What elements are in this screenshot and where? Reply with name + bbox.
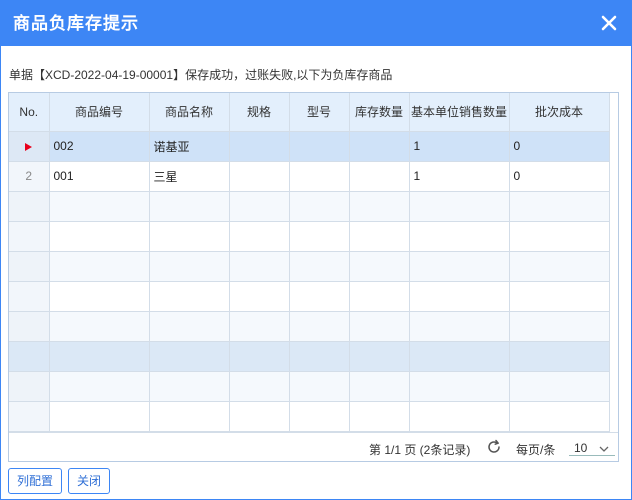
empty-row [9,401,610,432]
column-header-name[interactable]: 商品名称 [149,93,230,132]
header-row: No. 商品编号 商品名称 规格 型号 库存数量 基本单位销售数量 批次成本 [9,93,610,132]
column-header-batch-cost[interactable]: 批次成本 [509,93,610,132]
table-row[interactable]: 2 001 三星 1 0 [9,161,610,192]
cell-name[interactable]: 诺基亚 [149,131,230,162]
grid-table: No. 商品编号 商品名称 规格 型号 库存数量 基本单位销售数量 批次成本 0… [9,93,610,432]
column-header-no[interactable]: No. [9,93,50,132]
column-header-model[interactable]: 型号 [289,93,350,132]
chevron-down-icon [599,442,609,452]
dialog-titlebar: 商品负库存提示 [1,1,631,46]
negative-stock-grid: No. 商品编号 商品名称 规格 型号 库存数量 基本单位销售数量 批次成本 0… [8,92,619,462]
empty-row [9,341,610,372]
save-result-message: 单据【XCD-2022-04-19-00001】保存成功，过账失败,以下为负库存… [9,68,393,82]
cell-code[interactable]: 002 [49,131,150,162]
column-header-code[interactable]: 商品编号 [49,93,150,132]
row-number [9,131,50,162]
column-header-stock[interactable]: 库存数量 [349,93,410,132]
empty-row [9,191,610,222]
dialog-title: 商品负库存提示 [13,14,139,33]
empty-row [9,311,610,342]
cell-code[interactable]: 001 [49,161,150,192]
refresh-icon[interactable] [486,439,502,455]
empty-row [9,371,610,402]
current-row-arrow-icon [25,142,33,151]
empty-row [9,221,610,252]
column-config-button[interactable]: 列配置 [8,468,62,494]
empty-row [9,251,610,282]
pager-info: 第 1/1 页 (2条记录) [369,443,471,457]
per-page-label: 每页/条 [516,443,556,457]
cell-spec[interactable] [229,161,290,192]
per-page-select[interactable]: 10 [569,436,615,458]
cell-batch-cost[interactable]: 0 [509,131,610,162]
cell-model[interactable] [289,131,350,162]
empty-row [9,281,610,312]
close-icon[interactable] [597,11,621,35]
cell-name[interactable]: 三星 [149,161,230,192]
cell-model[interactable] [289,161,350,192]
cell-sales-qty[interactable]: 1 [409,161,510,192]
column-header-sales-qty[interactable]: 基本单位销售数量 [409,93,510,132]
row-number: 2 [9,161,50,192]
column-header-spec[interactable]: 规格 [229,93,290,132]
table-row[interactable]: 002 诺基亚 1 0 [9,131,610,162]
close-button[interactable]: 关闭 [68,468,110,494]
cell-stock[interactable] [349,131,410,162]
per-page-value: 10 [574,441,588,455]
cell-sales-qty[interactable]: 1 [409,131,510,162]
cell-stock[interactable] [349,161,410,192]
cell-spec[interactable] [229,131,290,162]
pager: 第 1/1 页 (2条记录) 每页/条 10 [9,432,618,461]
negative-stock-dialog: 商品负库存提示 单据【XCD-2022-04-19-00001】保存成功，过账失… [0,0,632,500]
cell-batch-cost[interactable]: 0 [509,161,610,192]
